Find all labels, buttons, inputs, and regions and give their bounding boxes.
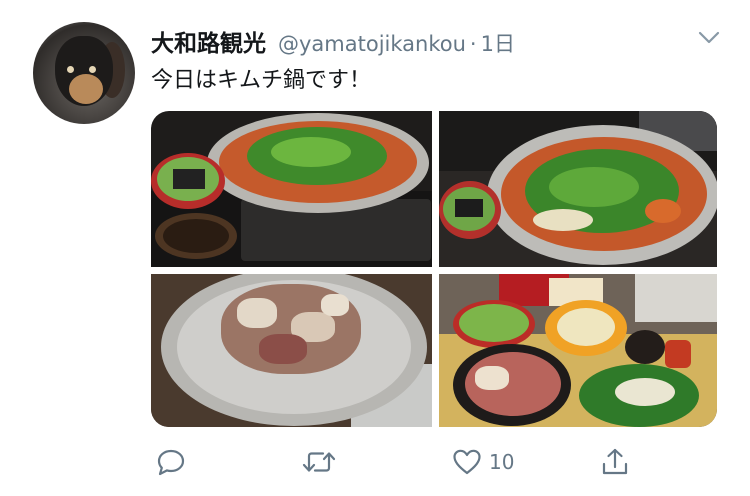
retweet-icon: [302, 452, 336, 472]
more-options-chevron-down-icon[interactable]: [697, 27, 721, 47]
reply-icon: [157, 449, 185, 476]
avatar-dog-eye: [89, 66, 96, 73]
photo-kimchi-hotpot-on-burner[interactable]: [151, 111, 432, 267]
avatar-dog-muzzle: [69, 74, 103, 104]
share-button[interactable]: [599, 442, 631, 482]
display-name[interactable]: 大和路観光: [151, 24, 266, 58]
tweet-actions: 10: [151, 442, 717, 482]
like-count: 10: [489, 450, 515, 474]
user-handle[interactable]: @yamatojikankou: [278, 32, 466, 56]
media-grid: [151, 111, 717, 427]
tweet-header: 大和路観光 @yamatojikankou · 1日: [151, 24, 515, 58]
share-icon: [602, 448, 628, 475]
photo-kimchi-hotpot-closeup[interactable]: [439, 111, 717, 267]
avatar[interactable]: [33, 22, 135, 124]
tweet-time[interactable]: 1日: [481, 28, 515, 58]
avatar-dog-eye: [67, 66, 74, 73]
photo-table-spread-ingredients[interactable]: [439, 274, 717, 427]
tweet-text: 今日はキムチ鍋です！: [151, 68, 372, 93]
like-button[interactable]: 10: [451, 442, 514, 482]
reply-button[interactable]: [155, 442, 187, 482]
retweet-button[interactable]: [301, 442, 337, 482]
header-separator: ·: [469, 32, 477, 56]
photo-meat-in-empty-pot[interactable]: [151, 274, 432, 427]
heart-icon: [453, 449, 481, 475]
